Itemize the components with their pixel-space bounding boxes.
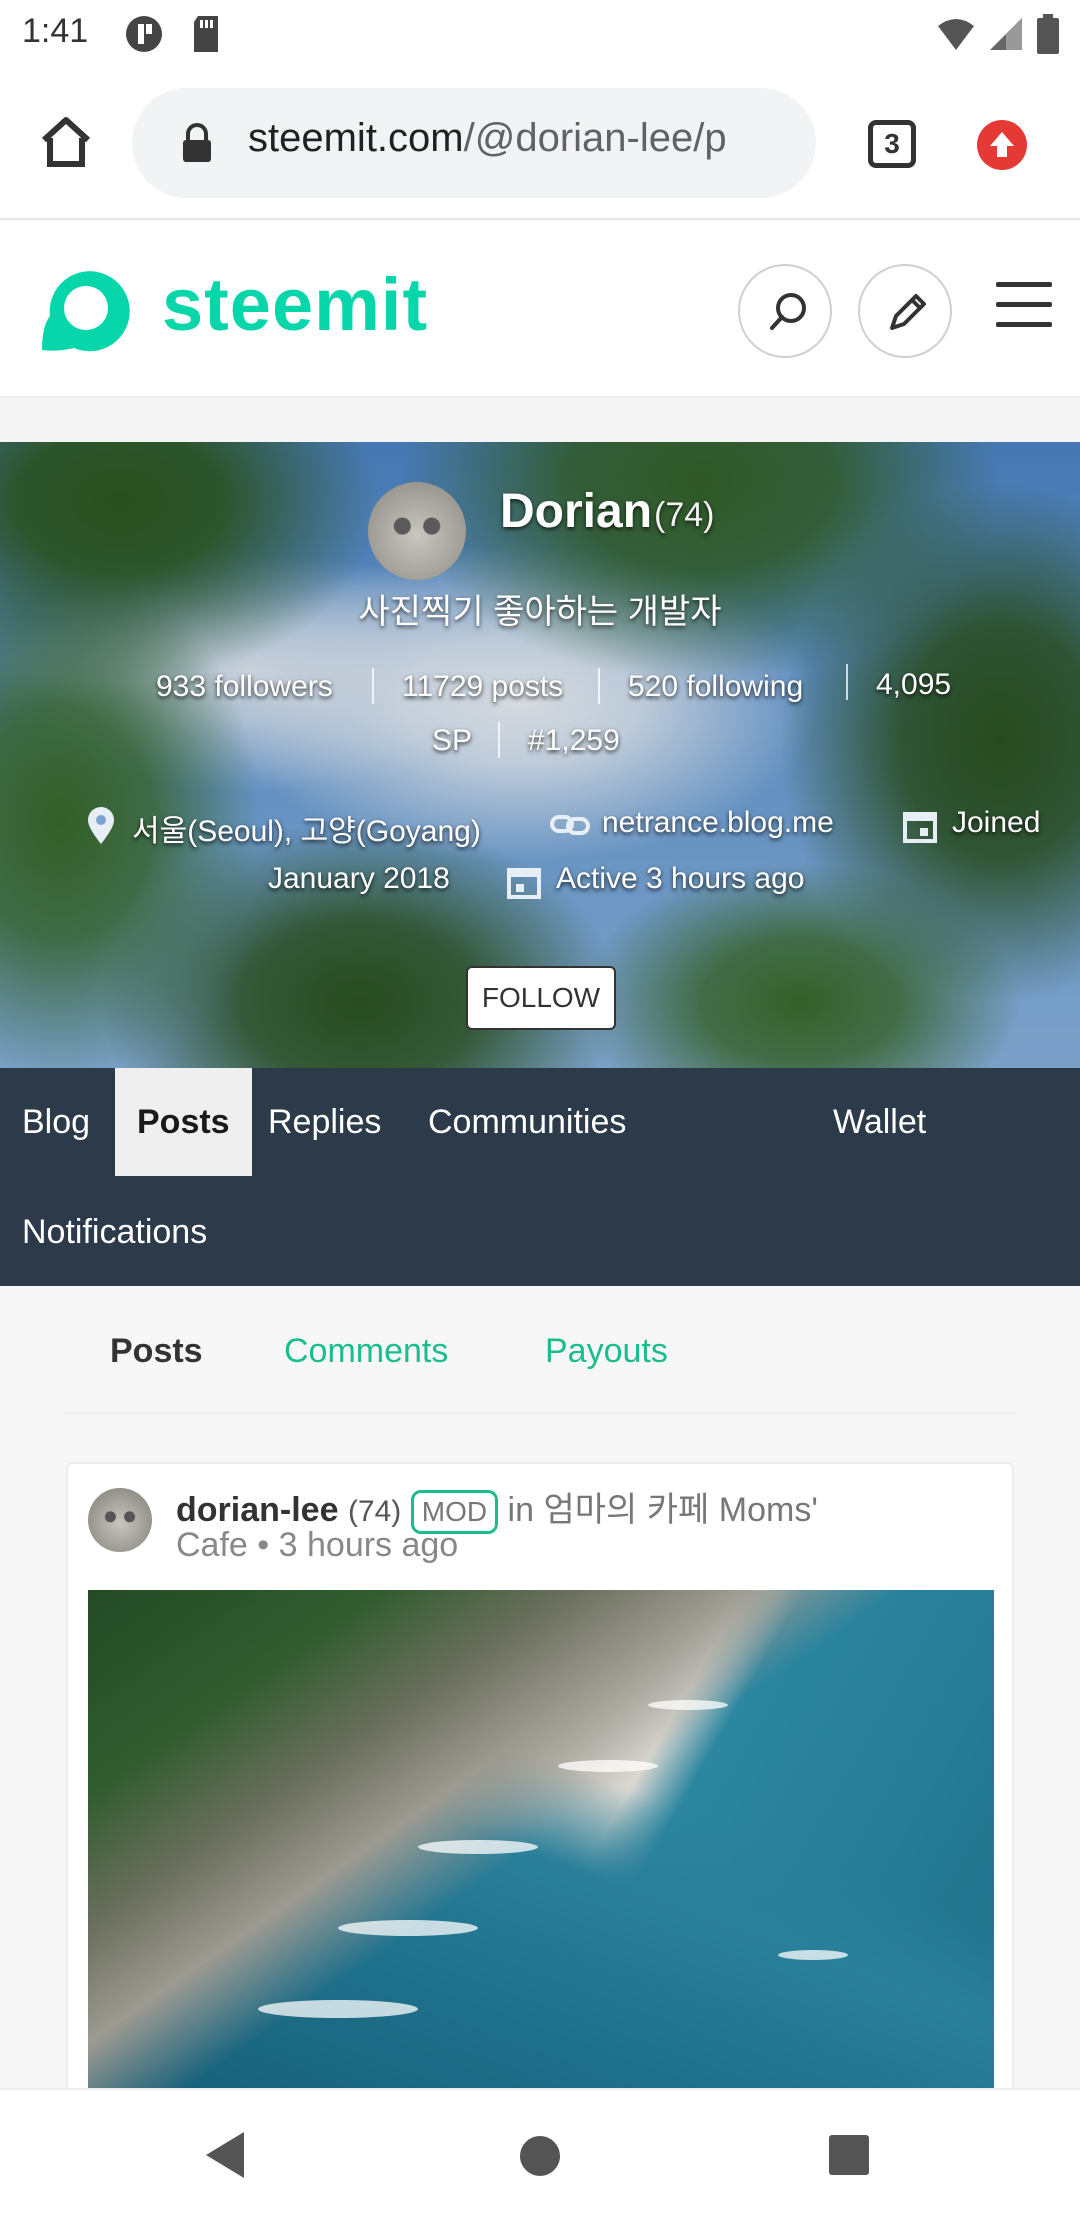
tab-replies[interactable]: Replies: [246, 1068, 403, 1176]
home-icon[interactable]: [36, 112, 96, 172]
tab-posts[interactable]: Posts: [115, 1068, 252, 1176]
cell-signal-icon: [990, 18, 1022, 50]
post-community-korean[interactable]: 엄마의 카페: [543, 1491, 709, 1529]
back-icon[interactable]: [204, 2130, 248, 2185]
search-button[interactable]: [738, 264, 832, 358]
subtab-posts[interactable]: Posts: [110, 1332, 203, 1371]
following-link[interactable]: 520 following: [628, 670, 803, 704]
update-icon[interactable]: [977, 120, 1027, 170]
tab-notifications[interactable]: Notifications: [0, 1178, 229, 1286]
recents-icon[interactable]: [828, 2134, 870, 2181]
post-community-english[interactable]: Moms': [719, 1491, 818, 1529]
write-post-button[interactable]: [858, 264, 952, 358]
pencil-icon: [890, 294, 926, 330]
sp-value: 4,095: [876, 668, 952, 701]
status-bar: 1:41: [0, 0, 1080, 66]
lock-icon: [180, 122, 214, 169]
battery-icon: [1037, 14, 1059, 54]
url-domain: steemit.com: [248, 116, 464, 160]
calendar-active-icon: [506, 864, 542, 905]
profile-avatar: [368, 482, 466, 580]
tab-blog[interactable]: Blog: [0, 1068, 112, 1176]
sd-card-icon: [190, 14, 222, 59]
profile-website-link[interactable]: netrance.blog.me: [602, 806, 834, 840]
posts-count: 11729 posts: [402, 670, 564, 703]
location-icon: [86, 806, 116, 851]
browser-toolbar: steemit.com/@dorian-lee/p 3: [0, 66, 1080, 220]
site-header: steemit: [0, 222, 1080, 398]
url-bar[interactable]: steemit.com/@dorian-lee/p: [132, 88, 816, 198]
tab-switcher-button[interactable]: 3: [868, 120, 916, 168]
sp-unit: SP: [432, 724, 473, 757]
url-text: steemit.com/@dorian-lee/p: [248, 116, 798, 161]
post-author-reputation: (74): [347, 1495, 402, 1528]
profile-rank: #1,259: [528, 724, 620, 757]
profile-location: 서울(Seoul), 고양(Goyang): [132, 815, 481, 848]
tab-communities[interactable]: Communities: [406, 1068, 648, 1176]
subtab-payouts[interactable]: Payouts: [545, 1332, 668, 1371]
profile-active: Active 3 hours ago: [556, 862, 805, 895]
post-author-link[interactable]: dorian-lee: [176, 1491, 338, 1529]
link-icon: [550, 812, 590, 843]
home-circle-icon[interactable]: [518, 2134, 562, 2183]
menu-icon[interactable]: [996, 282, 1052, 332]
notification-app-icon: [124, 14, 164, 59]
logo-text[interactable]: steemit: [162, 262, 428, 347]
header-spacer: [0, 398, 1080, 442]
post-card[interactable]: dorian-lee (74) MOD in 엄마의 카페 Moms' Cafe…: [66, 1462, 1014, 2102]
post-in-label: in: [507, 1491, 534, 1529]
steemit-logo-icon[interactable]: [28, 256, 134, 367]
subtab-comments[interactable]: Comments: [284, 1332, 448, 1371]
search-icon: [770, 293, 806, 330]
post-subheader: Cafe • 3 hours ago: [176, 1526, 459, 1564]
profile-name: Dorian: [500, 485, 653, 538]
url-path: /@dorian-lee/p: [463, 116, 727, 160]
followers-link[interactable]: 933 followers: [156, 670, 333, 704]
post-thumbnail-image[interactable]: [88, 1590, 994, 2090]
status-time: 1:41: [22, 12, 89, 50]
post-filter-tabs: Posts Comments Payouts: [64, 1290, 1016, 1414]
joined-label: Joined: [952, 806, 1041, 839]
tab-wallet[interactable]: Wallet: [811, 1068, 948, 1176]
post-author-avatar[interactable]: [88, 1488, 152, 1552]
calendar-icon: [902, 808, 938, 849]
profile-reputation: (74): [654, 496, 715, 534]
post-community-english-2[interactable]: Cafe: [176, 1526, 248, 1564]
status-right-icons: [936, 14, 1060, 54]
system-nav-bar: [0, 2088, 1080, 2220]
joined-date: January 2018: [268, 862, 450, 895]
profile-nav: Blog Posts Replies Communities Wallet No…: [0, 1068, 1080, 1286]
profile-bio: 사진찍기 좋아하는 개발자: [358, 593, 722, 631]
profile-banner: Dorian (74) 사진찍기 좋아하는 개발자 933 followers …: [0, 442, 1080, 1068]
post-time[interactable]: 3 hours ago: [279, 1526, 459, 1564]
wifi-icon: [938, 19, 974, 50]
follow-button[interactable]: FOLLOW: [466, 966, 616, 1030]
